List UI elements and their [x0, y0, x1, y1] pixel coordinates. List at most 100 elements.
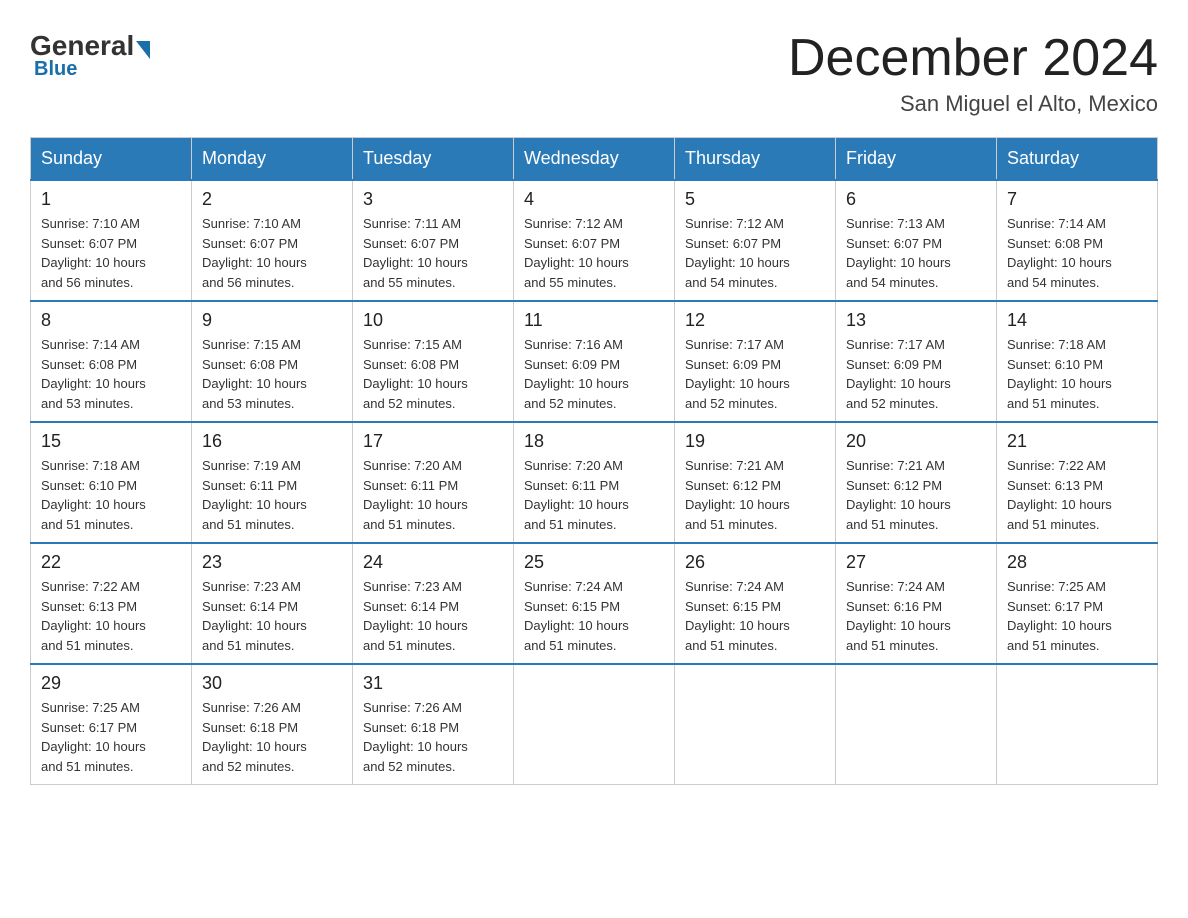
day-number: 2 [202, 189, 342, 210]
day-number: 17 [363, 431, 503, 452]
day-number: 9 [202, 310, 342, 331]
calendar-week-row-5: 29 Sunrise: 7:25 AM Sunset: 6:17 PM Dayli… [31, 664, 1158, 785]
calendar-header-tuesday: Tuesday [353, 138, 514, 181]
calendar-cell: 19 Sunrise: 7:21 AM Sunset: 6:12 PM Dayli… [675, 422, 836, 543]
calendar-cell: 29 Sunrise: 7:25 AM Sunset: 6:17 PM Dayli… [31, 664, 192, 785]
day-info: Sunrise: 7:13 AM Sunset: 6:07 PM Dayligh… [846, 214, 986, 292]
day-number: 30 [202, 673, 342, 694]
calendar-week-row-1: 1Sunrise: 7:10 AM Sunset: 6:07 PM Daylig… [31, 180, 1158, 301]
day-number: 19 [685, 431, 825, 452]
day-info: Sunrise: 7:12 AM Sunset: 6:07 PM Dayligh… [685, 214, 825, 292]
calendar-cell: 31 Sunrise: 7:26 AM Sunset: 6:18 PM Dayli… [353, 664, 514, 785]
day-info: Sunrise: 7:22 AM Sunset: 6:13 PM Dayligh… [41, 577, 181, 655]
day-number: 22 [41, 552, 181, 573]
calendar-cell: 12 Sunrise: 7:17 AM Sunset: 6:09 PM Dayli… [675, 301, 836, 422]
day-info: Sunrise: 7:25 AM Sunset: 6:17 PM Dayligh… [1007, 577, 1147, 655]
calendar-cell: 16 Sunrise: 7:19 AM Sunset: 6:11 PM Dayli… [192, 422, 353, 543]
day-info: Sunrise: 7:10 AM Sunset: 6:07 PM Dayligh… [41, 214, 181, 292]
calendar-cell: 30 Sunrise: 7:26 AM Sunset: 6:18 PM Dayli… [192, 664, 353, 785]
calendar-cell: 14 Sunrise: 7:18 AM Sunset: 6:10 PM Dayli… [997, 301, 1158, 422]
logo-blue-text: Blue [34, 58, 77, 81]
day-number: 8 [41, 310, 181, 331]
day-info: Sunrise: 7:24 AM Sunset: 6:16 PM Dayligh… [846, 577, 986, 655]
day-info: Sunrise: 7:23 AM Sunset: 6:14 PM Dayligh… [202, 577, 342, 655]
day-number: 4 [524, 189, 664, 210]
day-number: 11 [524, 310, 664, 331]
calendar-cell: 20 Sunrise: 7:21 AM Sunset: 6:12 PM Dayli… [836, 422, 997, 543]
location-label: San Miguel el Alto, Mexico [788, 91, 1158, 117]
day-info: Sunrise: 7:25 AM Sunset: 6:17 PM Dayligh… [41, 698, 181, 776]
day-info: Sunrise: 7:15 AM Sunset: 6:08 PM Dayligh… [363, 335, 503, 413]
calendar-week-row-2: 8 Sunrise: 7:14 AM Sunset: 6:08 PM Daylig… [31, 301, 1158, 422]
calendar-cell [675, 664, 836, 785]
calendar-cell [997, 664, 1158, 785]
calendar-cell: 25Sunrise: 7:24 AM Sunset: 6:15 PM Dayli… [514, 543, 675, 664]
calendar-cell: 23Sunrise: 7:23 AM Sunset: 6:14 PM Dayli… [192, 543, 353, 664]
day-info: Sunrise: 7:26 AM Sunset: 6:18 PM Dayligh… [202, 698, 342, 776]
day-info: Sunrise: 7:12 AM Sunset: 6:07 PM Dayligh… [524, 214, 664, 292]
calendar-cell: 13 Sunrise: 7:17 AM Sunset: 6:09 PM Dayli… [836, 301, 997, 422]
day-number: 16 [202, 431, 342, 452]
calendar-cell [836, 664, 997, 785]
calendar-cell: 10 Sunrise: 7:15 AM Sunset: 6:08 PM Dayli… [353, 301, 514, 422]
day-info: Sunrise: 7:14 AM Sunset: 6:08 PM Dayligh… [41, 335, 181, 413]
day-number: 20 [846, 431, 986, 452]
day-number: 27 [846, 552, 986, 573]
day-info: Sunrise: 7:21 AM Sunset: 6:12 PM Dayligh… [685, 456, 825, 534]
day-info: Sunrise: 7:24 AM Sunset: 6:15 PM Dayligh… [685, 577, 825, 655]
month-title: December 2024 [788, 30, 1158, 87]
calendar-cell: 8 Sunrise: 7:14 AM Sunset: 6:08 PM Daylig… [31, 301, 192, 422]
calendar-cell: 6 Sunrise: 7:13 AM Sunset: 6:07 PM Daylig… [836, 180, 997, 301]
calendar-header-thursday: Thursday [675, 138, 836, 181]
day-info: Sunrise: 7:23 AM Sunset: 6:14 PM Dayligh… [363, 577, 503, 655]
calendar-cell: 24Sunrise: 7:23 AM Sunset: 6:14 PM Dayli… [353, 543, 514, 664]
day-info: Sunrise: 7:15 AM Sunset: 6:08 PM Dayligh… [202, 335, 342, 413]
day-info: Sunrise: 7:17 AM Sunset: 6:09 PM Dayligh… [685, 335, 825, 413]
calendar-table: SundayMondayTuesdayWednesdayThursdayFrid… [30, 137, 1158, 785]
day-info: Sunrise: 7:24 AM Sunset: 6:15 PM Dayligh… [524, 577, 664, 655]
day-info: Sunrise: 7:17 AM Sunset: 6:09 PM Dayligh… [846, 335, 986, 413]
day-number: 21 [1007, 431, 1147, 452]
calendar-cell: 15 Sunrise: 7:18 AM Sunset: 6:10 PM Dayli… [31, 422, 192, 543]
logo: General Blue [30, 30, 152, 81]
calendar-week-row-3: 15 Sunrise: 7:18 AM Sunset: 6:10 PM Dayli… [31, 422, 1158, 543]
calendar-cell: 27 Sunrise: 7:24 AM Sunset: 6:16 PM Dayli… [836, 543, 997, 664]
day-info: Sunrise: 7:21 AM Sunset: 6:12 PM Dayligh… [846, 456, 986, 534]
day-number: 29 [41, 673, 181, 694]
calendar-cell: 9 Sunrise: 7:15 AM Sunset: 6:08 PM Daylig… [192, 301, 353, 422]
day-number: 12 [685, 310, 825, 331]
calendar-header-sunday: Sunday [31, 138, 192, 181]
calendar-week-row-4: 22 Sunrise: 7:22 AM Sunset: 6:13 PM Dayli… [31, 543, 1158, 664]
day-number: 14 [1007, 310, 1147, 331]
day-number: 18 [524, 431, 664, 452]
day-number: 6 [846, 189, 986, 210]
day-number: 28 [1007, 552, 1147, 573]
calendar-header-saturday: Saturday [997, 138, 1158, 181]
day-info: Sunrise: 7:20 AM Sunset: 6:11 PM Dayligh… [363, 456, 503, 534]
day-number: 31 [363, 673, 503, 694]
day-number: 15 [41, 431, 181, 452]
day-info: Sunrise: 7:18 AM Sunset: 6:10 PM Dayligh… [1007, 335, 1147, 413]
calendar-header-friday: Friday [836, 138, 997, 181]
calendar-cell: 4 Sunrise: 7:12 AM Sunset: 6:07 PM Daylig… [514, 180, 675, 301]
day-number: 7 [1007, 189, 1147, 210]
calendar-cell: 26 Sunrise: 7:24 AM Sunset: 6:15 PM Dayli… [675, 543, 836, 664]
day-info: Sunrise: 7:26 AM Sunset: 6:18 PM Dayligh… [363, 698, 503, 776]
title-block: December 2024 San Miguel el Alto, Mexico [788, 30, 1158, 117]
day-info: Sunrise: 7:11 AM Sunset: 6:07 PM Dayligh… [363, 214, 503, 292]
day-number: 26 [685, 552, 825, 573]
calendar-cell: 22 Sunrise: 7:22 AM Sunset: 6:13 PM Dayli… [31, 543, 192, 664]
page-header: General Blue December 2024 San Miguel el… [30, 30, 1158, 117]
calendar-cell: 5Sunrise: 7:12 AM Sunset: 6:07 PM Daylig… [675, 180, 836, 301]
calendar-header-monday: Monday [192, 138, 353, 181]
calendar-cell: 28 Sunrise: 7:25 AM Sunset: 6:17 PM Dayli… [997, 543, 1158, 664]
day-number: 13 [846, 310, 986, 331]
calendar-cell: 7Sunrise: 7:14 AM Sunset: 6:08 PM Daylig… [997, 180, 1158, 301]
day-number: 10 [363, 310, 503, 331]
day-info: Sunrise: 7:19 AM Sunset: 6:11 PM Dayligh… [202, 456, 342, 534]
calendar-cell: 11 Sunrise: 7:16 AM Sunset: 6:09 PM Dayli… [514, 301, 675, 422]
day-info: Sunrise: 7:18 AM Sunset: 6:10 PM Dayligh… [41, 456, 181, 534]
day-info: Sunrise: 7:16 AM Sunset: 6:09 PM Dayligh… [524, 335, 664, 413]
calendar-header-row: SundayMondayTuesdayWednesdayThursdayFrid… [31, 138, 1158, 181]
day-info: Sunrise: 7:22 AM Sunset: 6:13 PM Dayligh… [1007, 456, 1147, 534]
